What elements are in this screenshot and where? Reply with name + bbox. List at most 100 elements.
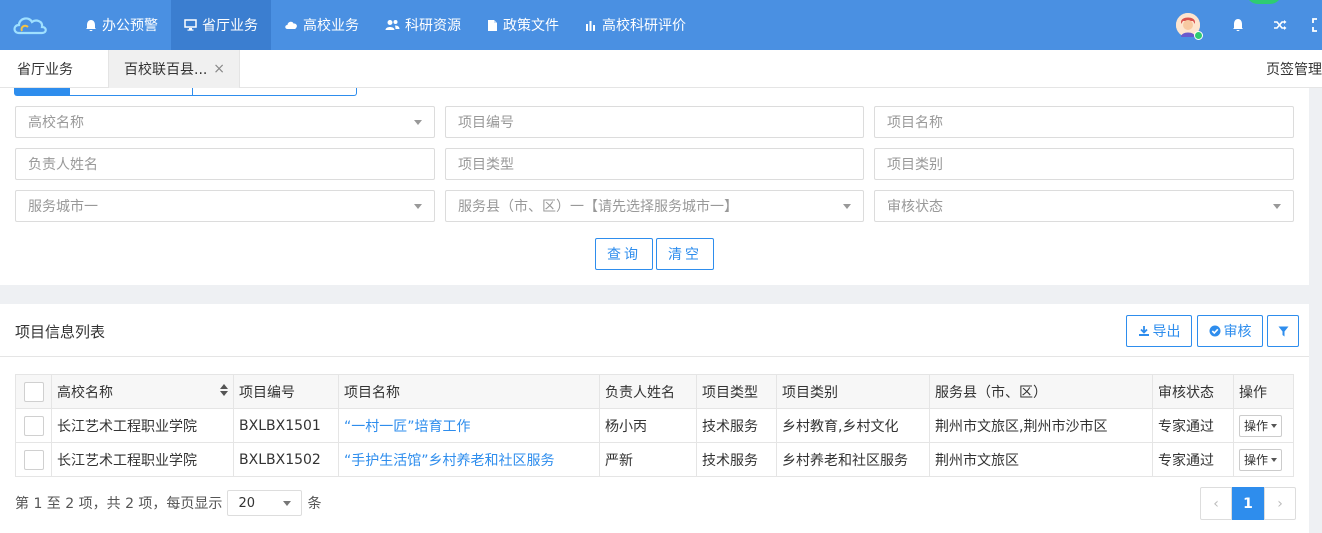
cell-category: 乡村养老和社区服务: [776, 442, 930, 477]
project-type-input[interactable]: 项目类型: [445, 148, 864, 180]
top-right-tools: [1176, 0, 1322, 50]
cloud-icon: [284, 20, 298, 30]
page-1-button[interactable]: 1: [1232, 487, 1264, 520]
row-actions-dropdown[interactable]: 操作: [1239, 414, 1283, 437]
cell-actions: 操作: [1233, 442, 1294, 477]
column-header-school[interactable]: 高校名称: [51, 374, 234, 409]
project-name-link[interactable]: “一村一匠”培育工作: [344, 419, 471, 435]
nav-item-alerts[interactable]: 办公预警: [72, 0, 171, 50]
export-label: 导出: [1152, 324, 1181, 340]
cell-school: 长江艺术工程职业学院: [51, 408, 234, 443]
next-page-button[interactable]: ›: [1264, 487, 1296, 520]
service-county-select[interactable]: 服务县（市、区）一【请先选择服务城市一】: [445, 190, 864, 222]
sub-tabs: [14, 88, 357, 96]
notifications-bell-icon[interactable]: [1228, 15, 1248, 35]
review-button[interactable]: 审核: [1197, 315, 1263, 347]
table-row: 长江艺术工程职业学院 BXLBX1501 “一村一匠”培育工作 杨小丙 技术服务…: [15, 408, 1294, 443]
cell-leader: 杨小丙: [599, 408, 697, 443]
nav-item-label: 办公预警: [102, 18, 158, 34]
column-header-leader: 负责人姓名: [599, 374, 697, 409]
project-name-placeholder: 项目名称: [887, 115, 943, 131]
service-city-select[interactable]: 服务城市一: [15, 190, 435, 222]
cell-category: 乡村教育,乡村文化: [776, 408, 930, 443]
tab-province-business[interactable]: 省厅业务: [0, 50, 108, 88]
review-status-select[interactable]: 审核状态: [874, 190, 1294, 222]
monitor-icon: [184, 19, 197, 31]
project-type-placeholder: 项目类型: [458, 157, 514, 173]
list-title: 项目信息列表: [15, 323, 106, 341]
row-checkbox[interactable]: [23, 415, 44, 436]
row-select-cell: [15, 442, 52, 477]
clear-label: 清空: [668, 247, 702, 263]
bell-icon: [85, 19, 97, 32]
pagination-text: 第 1 至 2 项，共 2 项，每页显示: [15, 496, 223, 512]
project-category-input[interactable]: 项目类别: [874, 148, 1294, 180]
sub-tab-active[interactable]: [15, 88, 70, 95]
review-status-placeholder: 审核状态: [887, 199, 943, 215]
top-nav-bar: 办公预警 省厅业务 高校业务 科研资源 政策文件 高校科研评价: [0, 0, 1322, 50]
nav-item-label: 高校业务: [303, 18, 359, 34]
column-header-county: 服务县（市、区）: [929, 374, 1153, 409]
select-all-cell: [15, 374, 52, 409]
page-size-select[interactable]: 20: [227, 490, 303, 516]
nav-item-label: 省厅业务: [202, 18, 258, 34]
main-nav: 办公预警 省厅业务 高校业务 科研资源 政策文件 高校科研评价: [72, 0, 699, 50]
nav-item-research-evaluation[interactable]: 高校科研评价: [572, 0, 699, 50]
tab-hundred-schools[interactable]: 百校联百县... ×: [108, 50, 240, 88]
row-actions-label: 操作: [1244, 453, 1269, 467]
column-header-actions: 操作: [1233, 374, 1294, 409]
online-status-dot: [1194, 31, 1203, 40]
query-label: 查询: [607, 247, 641, 263]
project-name-link[interactable]: “手护生活馆”乡村养老和社区服务: [344, 453, 555, 469]
nav-item-policy-files[interactable]: 政策文件: [474, 0, 572, 50]
column-header-name: 项目名称: [338, 374, 600, 409]
table-header-row: 高校名称 项目编号 项目名称 负责人姓名 项目类型 项目类别 服务县（市、区） …: [15, 374, 1294, 409]
project-code-placeholder: 项目编号: [458, 115, 514, 131]
cell-status: 专家通过: [1152, 408, 1234, 443]
close-icon[interactable]: ×: [213, 61, 225, 77]
school-placeholder: 高校名称: [28, 115, 84, 131]
page-tabs-bar: 省厅业务 百校联百县... × 页签管理: [0, 50, 1322, 88]
select-all-checkbox[interactable]: [23, 381, 44, 402]
project-code-input[interactable]: 项目编号: [445, 106, 864, 138]
download-icon: [1138, 325, 1150, 337]
search-panel: 高校名称 项目编号 项目名称 负责人姓名 项目类型 项目类别 服务城市一 服务县…: [0, 88, 1309, 285]
export-button[interactable]: 导出: [1126, 315, 1192, 347]
project-name-input[interactable]: 项目名称: [874, 106, 1294, 138]
query-button[interactable]: 查询: [595, 238, 653, 270]
nav-item-label: 科研资源: [405, 18, 461, 34]
tab-label: 省厅业务: [17, 62, 73, 78]
cell-code: BXLBX1502: [233, 442, 339, 477]
cell-type: 技术服务: [696, 442, 777, 477]
users-icon: [385, 19, 400, 31]
shuffle-icon[interactable]: [1270, 15, 1290, 35]
cell-type: 技术服务: [696, 408, 777, 443]
cell-name: “手护生活馆”乡村养老和社区服务: [338, 442, 600, 477]
filter-button[interactable]: [1267, 315, 1299, 347]
cell-county: 荆州市文旅区: [929, 442, 1153, 477]
fullscreen-icon[interactable]: [1312, 15, 1322, 35]
sort-icon[interactable]: [220, 383, 228, 396]
caret-down-icon: [1271, 457, 1278, 462]
service-county-placeholder: 服务县（市、区）一【请先选择服务城市一】: [458, 199, 738, 215]
tab-management-button[interactable]: 页签管理: [1266, 50, 1322, 88]
cloud-logo-icon[interactable]: [0, 0, 60, 50]
row-checkbox[interactable]: [23, 449, 44, 470]
row-select-cell: [15, 408, 52, 443]
row-actions-dropdown[interactable]: 操作: [1239, 448, 1283, 471]
nav-item-label: 政策文件: [503, 18, 559, 34]
cell-leader: 严新: [599, 442, 697, 477]
avatar[interactable]: [1176, 13, 1203, 40]
prev-page-button[interactable]: ‹: [1200, 487, 1232, 520]
school-select[interactable]: 高校名称: [15, 106, 435, 138]
clear-button[interactable]: 清空: [656, 238, 714, 270]
row-actions-label: 操作: [1244, 419, 1269, 433]
nav-item-university-business[interactable]: 高校业务: [271, 0, 372, 50]
leader-name-input[interactable]: 负责人姓名: [15, 148, 435, 180]
nav-item-research-resources[interactable]: 科研资源: [372, 0, 474, 50]
table-row: 长江艺术工程职业学院 BXLBX1502 “手护生活馆”乡村养老和社区服务 严新…: [15, 442, 1294, 477]
nav-item-province-business[interactable]: 省厅业务: [171, 0, 271, 50]
chevron-down-icon: [1273, 204, 1281, 209]
sub-tab-divider: [192, 88, 193, 95]
cell-name: “一村一匠”培育工作: [338, 408, 600, 443]
